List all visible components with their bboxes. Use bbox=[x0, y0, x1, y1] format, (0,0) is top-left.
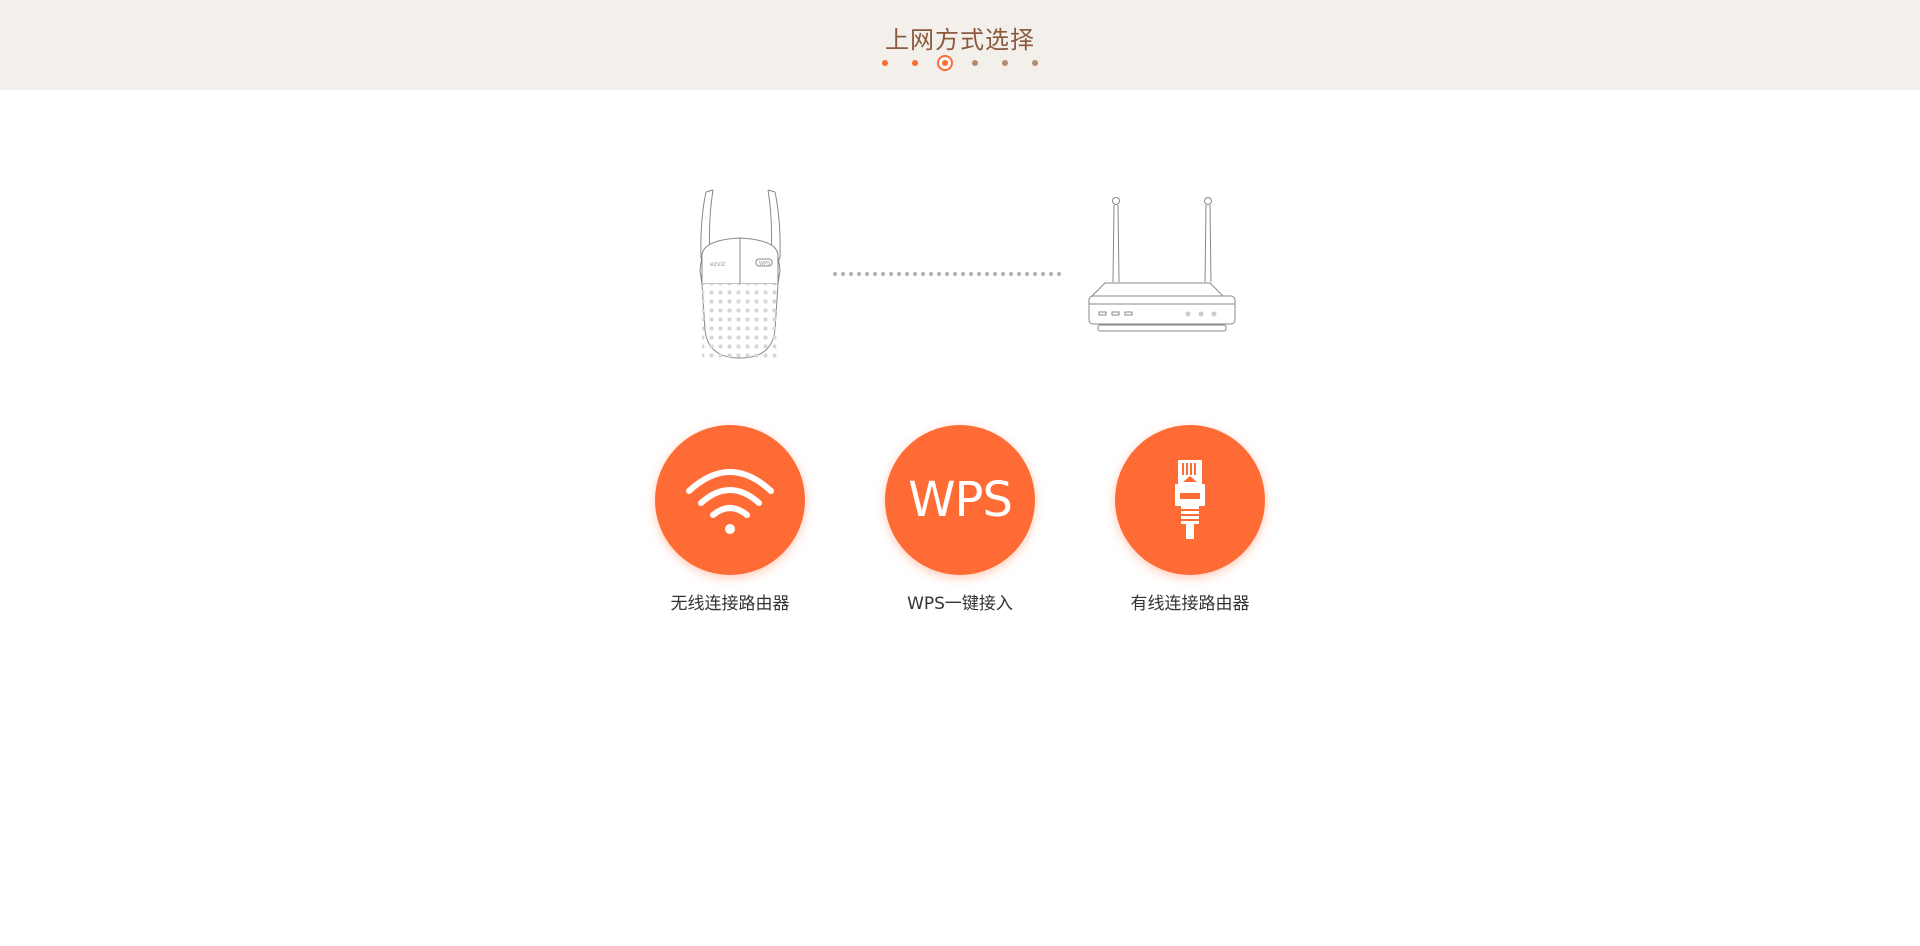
step-dot-4 bbox=[972, 60, 978, 66]
step-dot-1 bbox=[882, 60, 888, 66]
step-dot-current bbox=[937, 55, 953, 71]
dotted-connection-line bbox=[833, 272, 1061, 276]
ethernet-cable-icon bbox=[1175, 460, 1205, 539]
option-wps[interactable]: WPS WPS一键接入 bbox=[885, 425, 1035, 614]
wired-option-circle[interactable] bbox=[1115, 425, 1265, 575]
repeater-brand-logo: ezviz bbox=[710, 261, 725, 268]
step-dot-6 bbox=[1032, 60, 1038, 66]
wps-option-label: WPS一键接入 bbox=[907, 594, 1013, 614]
wired-option-label: 有线连接路由器 bbox=[1130, 594, 1250, 614]
wps-option-circle[interactable]: WPS bbox=[885, 425, 1035, 575]
wireless-option-label: 无线连接路由器 bbox=[670, 594, 790, 614]
wireless-option-circle[interactable] bbox=[655, 425, 805, 575]
wps-icon: WPS bbox=[908, 472, 1013, 528]
option-wired-router[interactable]: 有线连接路由器 bbox=[1115, 425, 1265, 614]
router-device-icon bbox=[1088, 197, 1236, 332]
connection-illustration: ezviz WPS bbox=[680, 180, 1240, 370]
option-wireless-router[interactable]: 无线连接路由器 bbox=[655, 425, 805, 614]
repeater-wps-mark: WPS bbox=[759, 261, 770, 267]
step-dot-5 bbox=[1002, 60, 1008, 66]
header-bar: 上网方式选择 bbox=[0, 0, 1920, 90]
wifi-icon bbox=[686, 469, 774, 534]
wps-icon-text: WPS bbox=[908, 472, 1012, 528]
step-dot-2 bbox=[912, 60, 918, 66]
step-indicator bbox=[0, 55, 1920, 74]
repeater-to-router-diagram: ezviz WPS bbox=[699, 189, 1236, 360]
page-title: 上网方式选择 bbox=[885, 26, 1035, 54]
